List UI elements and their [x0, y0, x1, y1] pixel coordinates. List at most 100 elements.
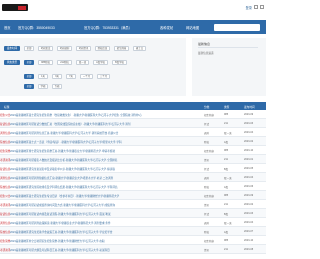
row-cell-date: 2023-10: [244, 239, 254, 242]
row-category-tag: 调剂信息: [0, 177, 11, 180]
table-row[interactable]: 招生公告 2023届新疆地区硕士研究生招生简章（含接收推免生）-新疆大学/新疆医科…: [0, 110, 266, 119]
login-link[interactable]: 登录: [246, 5, 252, 10]
filter-option[interactable]: 考研资讯: [76, 46, 91, 51]
filter-option[interactable]: 985院校: [38, 60, 53, 65]
row-category-tag: 院校信息: [0, 141, 11, 144]
nav-item-qq-group-1[interactable]: 官方QQ群：3550049033: [18, 25, 55, 30]
table-row[interactable]: 招生简章 2023届新疆地区博士研究生招生简章汇总-新疆大学/新疆农业大学/新疆师…: [0, 146, 266, 155]
row-category-tag: 招生公告: [0, 114, 11, 117]
filter-option[interactable]: 全部: [24, 84, 34, 89]
list-icon[interactable]: [260, 5, 264, 9]
row-title-link[interactable]: 2023届新疆地区博士研究生招生简章汇总-新疆大学/新疆农业大学/新疆师范大学·…: [10, 149, 198, 153]
table-header: 标题 分类 类型 发布时间: [0, 102, 266, 110]
row-cell-category: 调剂: [204, 222, 210, 225]
row-title-link[interactable]: 2023届新疆地区研究生奖助学金政策汇总-新疆大学/新疆医科大学/石河子大学·学…: [10, 230, 198, 234]
row-cell-type: 211: [224, 248, 228, 251]
filter-option[interactable]: 全部: [24, 60, 34, 65]
row-cell-category: 调剂: [204, 132, 210, 135]
row-title-link[interactable]: 2023届新疆地区非全日制研究生招生简章-新疆大学/新疆财经大学/石河子大学·在…: [10, 239, 198, 243]
table-row[interactable]: 复试信息 2023届新疆地区研究生复试名单及录取名单公示-新疆大学/新疆医科大学/…: [0, 164, 266, 173]
filter-panel: 发布时间 全部 考研复试 考研调剂 考研资讯 院校信息 招生简章 硕士点 状态类…: [0, 38, 186, 96]
column-header-date: 发布时间: [244, 105, 255, 109]
filter-pill-type[interactable]: 状态类型: [4, 60, 20, 65]
row-title-link[interactable]: 2023届新疆地区考研调剂政策解读-新疆大学/新疆农业大学/新疆师范大学·调剂要…: [10, 221, 198, 225]
row-title-link[interactable]: 2023届新疆地区考研调剂缺额信息汇总-新疆大学/新疆农业大学/塔里木大学·补录…: [10, 176, 198, 180]
filter-option[interactable]: 全部: [24, 74, 34, 79]
row-category-tag: 招生简章: [0, 240, 11, 243]
filter-option[interactable]: 7天: [66, 74, 76, 79]
filter-option[interactable]: 3天: [52, 74, 62, 79]
filter-option[interactable]: 1天: [38, 74, 48, 79]
nav-item-sitemap[interactable]: 网站地图: [186, 25, 199, 30]
filter-option[interactable]: 211院校: [57, 60, 72, 65]
row-cell-date: 2023-04: [244, 131, 254, 134]
logo-badge: [18, 5, 26, 10]
filter-option[interactable]: 招生简章: [114, 46, 129, 51]
table-row[interactable]: 复试信息 2023届新疆地区考研复试分数线汇总（含国家线及院校自主线）-新疆大学/…: [0, 119, 266, 128]
filter-option[interactable]: 考研调剂: [57, 46, 72, 51]
table-row[interactable]: 调剂信息 2023届新疆地区考研调剂缺额信息汇总-新疆大学/新疆农业大学/塔里木大…: [0, 173, 266, 182]
table-row[interactable]: 院校信息 2023届新疆地区研究生院校排名及学科评估结果-新疆大学/新疆医科大学/…: [0, 182, 266, 191]
filter-option[interactable]: 一个月: [80, 74, 93, 79]
row-category-tag: 调剂信息: [0, 132, 11, 135]
table-row[interactable]: 调剂信息 2023届新疆地区考研调剂信息汇总-新疆大学/新疆医科大学/石河子大学·…: [0, 128, 266, 137]
row-title-link[interactable]: 2023届新疆地区考研初试成绩查询时间及方式-新疆大学/新疆医科大学/石河子大学…: [10, 203, 198, 207]
row-cell-category: 招生简章: [204, 150, 215, 153]
table-row[interactable]: 招生简章 2023届新疆地区非全日制研究生招生简章-新疆大学/新疆财经大学/石河子…: [0, 236, 266, 245]
row-cell-category: 调剂: [204, 177, 210, 180]
row-category-tag: 院校信息: [0, 186, 11, 189]
filter-option[interactable]: A类学校: [93, 60, 108, 65]
window-icon[interactable]: [254, 5, 258, 9]
table-row[interactable]: 复试信息 2023届新疆地区考研复试内容及复试流程-新疆大学/新疆医科大学/石河子…: [0, 209, 266, 218]
table-row[interactable]: 调剂信息 2023届新疆地区考研调剂政策解读-新疆大学/新疆农业大学/新疆师范大学…: [0, 218, 266, 227]
filter-option[interactable]: 专硕: [52, 84, 62, 89]
row-title-link[interactable]: 2023届新疆地区研究生复试名单及录取名单公示-新疆大学/新疆医科大学/石河子大…: [10, 167, 198, 171]
row-category-tag: 考研资讯: [0, 204, 11, 207]
row-cell-date: 2023-03: [244, 212, 254, 215]
table-row[interactable]: 考研资讯 2023届新疆地区考研报名人数统计及报录比分析-新疆大学/新疆医科大学/…: [0, 155, 266, 164]
row-title-link[interactable]: 2023届新疆地区研究生院校排名及学科评估结果-新疆大学/新疆医科大学/石河子大…: [10, 185, 198, 189]
table-row[interactable]: 招生公告 2023届新疆地区硕士研究生招生专业目录（含参考书目）-新疆大学/新疆财…: [0, 191, 266, 200]
row-title-link[interactable]: 2023届新疆地区硕士研究生招生简章（含接收推免生）-新疆大学/新疆医科大学/石…: [10, 113, 198, 117]
row-title-link[interactable]: 2023届新疆地区考研复试内容及复试流程-新疆大学/新疆医科大学/石河子大学·面…: [10, 212, 198, 216]
row-cell-category: 复试: [204, 168, 210, 171]
row-title-link[interactable]: 2023届新疆地区考研报名人数统计及报录比分析-新疆大学/新疆医科大学/石河子大…: [10, 158, 198, 162]
filter-option[interactable]: B类学校: [112, 60, 127, 65]
table-row[interactable]: 院校信息 2023届新疆地区硕士点一览表（学硕/专硕）-新疆大学/新疆医科大学/石…: [0, 137, 266, 146]
filter-option[interactable]: 考研复试: [38, 46, 53, 51]
table-row[interactable]: 考研资讯 2023届新疆地区考研大纲及考试科目汇总-新疆大学/新疆医科大学/石河子…: [0, 245, 266, 254]
row-cell-type: A类: [224, 231, 229, 234]
row-title-link[interactable]: 2023届新疆地区硕士点一览表（学硕/专硕）-新疆大学/新疆医科大学/石河子大学…: [10, 140, 198, 144]
row-cell-type: 双一流: [224, 222, 232, 225]
filter-option[interactable]: 学硕: [38, 84, 48, 89]
filter-option[interactable]: 全部: [24, 46, 34, 51]
row-title-link[interactable]: 2023届新疆地区考研调剂信息汇总-新疆大学/新疆医科大学/石河子大学·调剂系统…: [10, 131, 198, 135]
nav-item-post[interactable]: 各种发帖: [160, 25, 173, 30]
row-category-tag: 考研资讯: [0, 249, 11, 252]
nav-item-qq-group-2[interactable]: 官方QQ群：753933331（满员）: [84, 25, 132, 30]
filter-option[interactable]: 院校信息: [95, 46, 110, 51]
row-cell-type: A类: [224, 186, 229, 189]
row-cell-type: 985: [224, 149, 229, 152]
row-title-link[interactable]: 2023届新疆地区考研大纲及考试科目汇总-新疆大学/新疆医科大学/石河子大学·初…: [10, 248, 198, 252]
row-cell-date: 2023-07: [244, 230, 254, 233]
row-title-link[interactable]: 2023届新疆地区硕士研究生招生专业目录（含参考书目）-新疆大学/新疆财经大学/…: [10, 194, 198, 198]
nav-item-home[interactable]: 首页: [4, 25, 11, 30]
row-category-tag: 招生公告: [0, 195, 11, 198]
row-cell-type: 211: [224, 158, 228, 161]
table-row[interactable]: 院校信息 2023届新疆地区研究生奖助学金政策汇总-新疆大学/新疆医科大学/石河子…: [0, 227, 266, 236]
side-card-title: 最新信息: [198, 42, 211, 46]
filter-option[interactable]: 硕士点: [133, 46, 146, 51]
filter-pill-time[interactable]: 发布时间: [4, 46, 20, 51]
table-row[interactable]: 考研资讯 2023届新疆地区考研初试成绩查询时间及方式-新疆大学/新疆医科大学/石…: [0, 200, 266, 209]
row-title-link[interactable]: 2023届新疆地区考研复试分数线汇总（含国家线及院校自主线）-新疆大学/新疆医科…: [10, 122, 198, 126]
row-cell-category: 资讯: [204, 249, 210, 252]
row-cell-type: A类: [224, 141, 229, 144]
filter-option[interactable]: 三个月: [97, 74, 110, 79]
site-logo[interactable]: [2, 4, 28, 11]
search-input[interactable]: [214, 23, 260, 31]
filter-option[interactable]: 双一流: [76, 60, 89, 65]
row-category-tag: 考研资讯: [0, 159, 11, 162]
side-card-link[interactable]: 最新信息速递: [198, 51, 214, 55]
row-cell-type: 985: [224, 113, 229, 116]
